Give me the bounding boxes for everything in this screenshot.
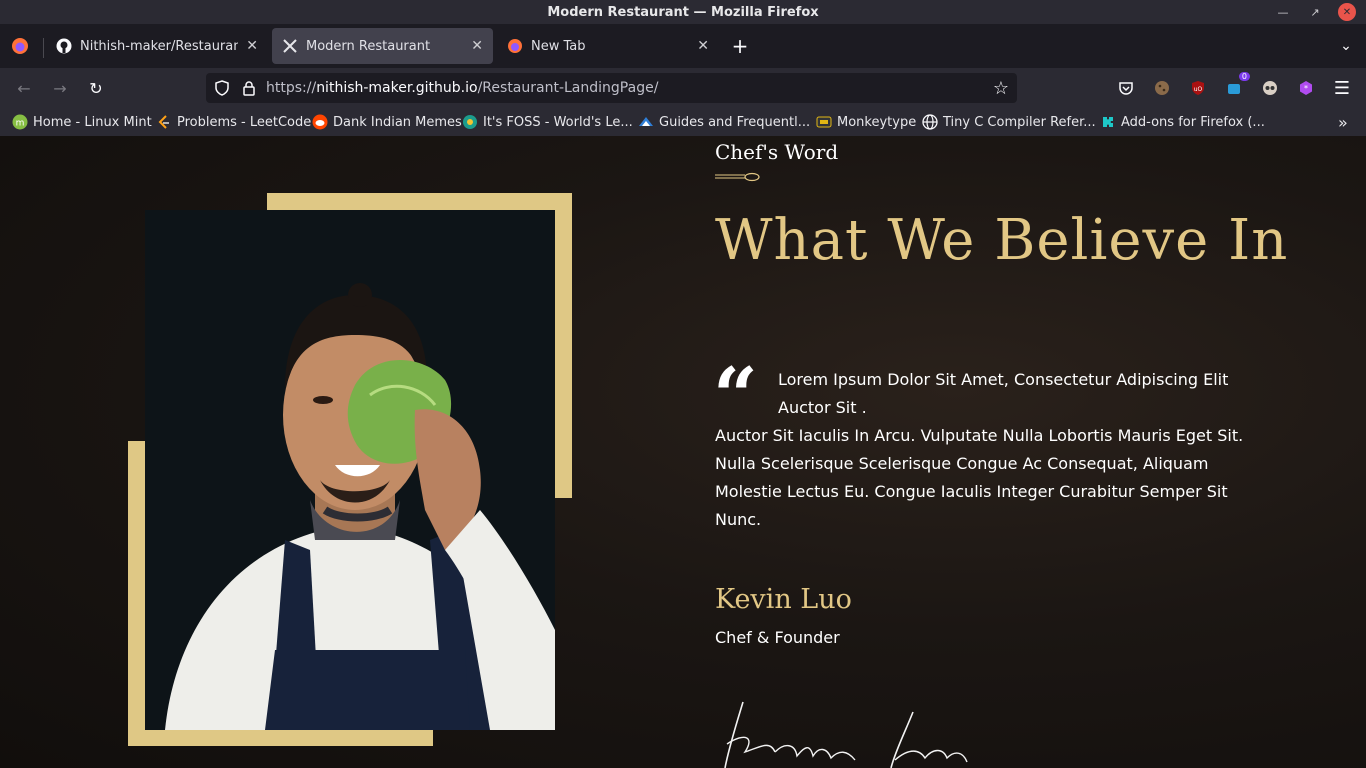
url-scheme: https:// xyxy=(266,80,317,96)
reload-icon[interactable]: ↻ xyxy=(84,76,108,100)
tab-strip: Nithish-maker/Restaurant-L ✕ Modern Rest… xyxy=(0,24,1366,68)
crossed-utensils-icon xyxy=(282,38,298,54)
bookmark-star-icon[interactable]: ☆ xyxy=(993,78,1009,99)
chef-photo xyxy=(145,210,555,730)
maximize-icon[interactable]: ↗ xyxy=(1306,3,1324,21)
leetcode-icon xyxy=(156,114,172,130)
bookmark-label: Dank Indian Memes xyxy=(333,114,462,130)
bookmark-label: Guides and Frequentl... xyxy=(659,114,811,130)
github-icon xyxy=(56,38,72,54)
cookie-extension-icon[interactable] xyxy=(1150,76,1174,100)
linux-mint-icon: m xyxy=(12,114,28,130)
firefox-icon xyxy=(507,38,523,54)
monkeytype-icon xyxy=(816,114,832,130)
window-titlebar: Modern Restaurant — Mozilla Firefox — ↗ … xyxy=(0,0,1366,24)
tab-label: Modern Restaurant xyxy=(306,38,431,54)
close-tab-icon[interactable]: ✕ xyxy=(697,38,709,54)
quote-text-body: Auctor Sit Iaculis In Arcu. Vulputate Nu… xyxy=(715,426,1244,529)
bookmark-item[interactable]: It's FOSS - World's Le... xyxy=(462,113,633,131)
svg-text:uO: uO xyxy=(1194,86,1203,93)
navigation-toolbar: ← → ↻ https://nithish-maker.github.io/Re… xyxy=(0,68,1366,108)
window-controls: — ↗ ✕ xyxy=(1274,3,1356,21)
bookmarks-toolbar: m Home - Linux Mint Problems - LeetCode … xyxy=(0,108,1366,136)
quote-text-first: Lorem Ipsum Dolor Sit Amet, Consectetur … xyxy=(778,370,1229,417)
bookmark-label: Problems - LeetCode xyxy=(177,114,312,130)
bookmark-item[interactable]: Tiny C Compiler Refer... xyxy=(922,113,1096,131)
bookmark-label: Home - Linux Mint xyxy=(33,114,152,130)
close-window-icon[interactable]: ✕ xyxy=(1338,3,1356,21)
tab-modern-restaurant[interactable]: Modern Restaurant ✕ xyxy=(272,28,493,64)
bookmark-item[interactable]: Guides and Frequentl... xyxy=(638,113,810,131)
ublock-origin-icon[interactable]: uO xyxy=(1186,76,1210,100)
globe-icon xyxy=(922,114,938,130)
window-title: Modern Restaurant — Mozilla Firefox xyxy=(547,4,819,20)
tracking-shield-icon[interactable] xyxy=(214,80,230,100)
tab-label: New Tab xyxy=(531,38,586,54)
more-bookmarks-chevron-icon[interactable]: » xyxy=(1338,113,1348,132)
reddit-icon xyxy=(312,114,328,130)
bookmark-item[interactable]: Add-ons for Firefox (... xyxy=(1100,113,1265,131)
guides-icon xyxy=(638,114,654,130)
section-subtitle: Chef's Word xyxy=(715,140,839,164)
svg-text:*: * xyxy=(1304,84,1308,93)
tab-new-tab[interactable]: New Tab ✕ xyxy=(497,28,719,64)
svg-text:m: m xyxy=(16,119,25,129)
bookmark-label: Add-ons for Firefox (... xyxy=(1121,114,1265,130)
addons-icon xyxy=(1100,114,1116,130)
itsfoss-icon xyxy=(462,114,478,130)
url-path: /Restaurant-LandingPage/ xyxy=(477,80,659,96)
tab-label: Nithish-maker/Restaurant-L xyxy=(80,38,239,54)
tab-github[interactable]: Nithish-maker/Restaurant-L ✕ xyxy=(46,28,268,64)
minimize-icon[interactable]: — xyxy=(1274,3,1292,21)
extension-badge: 0 xyxy=(1238,72,1250,81)
pocket-icon[interactable] xyxy=(1114,76,1138,100)
hamburger-menu-icon[interactable]: ☰ xyxy=(1330,76,1354,100)
page-viewport: Chef's Word What We Believe In “ Lorem I… xyxy=(0,136,1366,768)
list-all-tabs-chevron-icon[interactable]: ⌄ xyxy=(1334,34,1358,58)
firefox-menu-icon[interactable] xyxy=(8,34,32,58)
chef-name: Kevin Luo xyxy=(715,584,852,615)
bookmark-label: Tiny C Compiler Refer... xyxy=(943,114,1096,130)
url-host: nithish-maker.github.io xyxy=(316,80,478,96)
bookmark-item[interactable]: m Home - Linux Mint xyxy=(12,113,152,131)
tab-separator xyxy=(43,38,44,58)
new-tab-plus-icon[interactable]: + xyxy=(728,34,752,58)
url-text[interactable]: https://nithish-maker.github.io/Restaura… xyxy=(266,80,658,96)
snowflake-extension-icon[interactable]: * xyxy=(1294,76,1318,100)
close-tab-icon[interactable]: ✕ xyxy=(246,38,258,54)
extension-with-badge-icon[interactable]: 0 xyxy=(1222,72,1250,100)
spoon-divider-icon xyxy=(715,172,760,182)
chef-role: Chef & Founder xyxy=(715,628,840,647)
bookmark-label: Monkeytype xyxy=(837,114,917,130)
close-tab-icon[interactable]: ✕ xyxy=(471,38,483,54)
forward-arrow-icon[interactable]: → xyxy=(48,76,72,100)
bookmark-item[interactable]: Dank Indian Memes xyxy=(312,113,462,131)
bookmark-item[interactable]: Monkeytype xyxy=(816,113,916,131)
bookmark-item[interactable]: Problems - LeetCode xyxy=(156,113,311,131)
back-arrow-icon[interactable]: ← xyxy=(12,76,36,100)
avatar-extension-icon[interactable] xyxy=(1258,76,1282,100)
url-bar[interactable]: https://nithish-maker.github.io/Restaura… xyxy=(206,73,1017,103)
bookmark-label: It's FOSS - World's Le... xyxy=(483,114,633,130)
chef-signature xyxy=(724,701,968,768)
section-heading: What We Believe In xyxy=(715,208,1289,273)
padlock-icon[interactable] xyxy=(241,80,257,100)
